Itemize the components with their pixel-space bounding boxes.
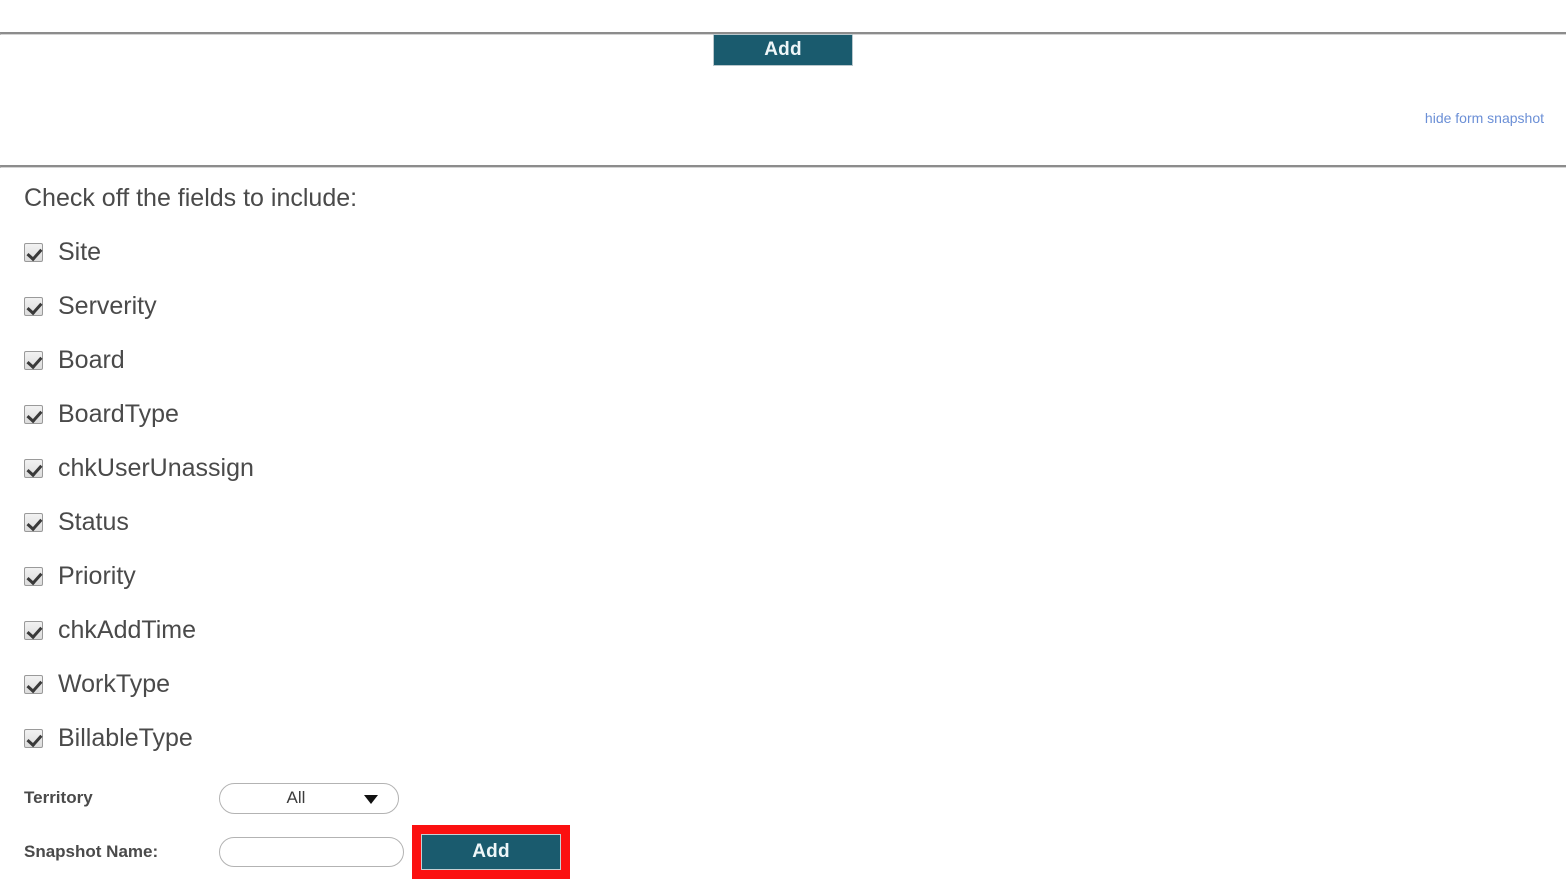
field-row-chkuserunassign[interactable]: chkUserUnassign <box>24 441 1024 495</box>
field-row-billabletype[interactable]: BillableType <box>24 711 1024 765</box>
snapshot-name-row: Snapshot Name: Add <box>24 825 1024 879</box>
field-row-site[interactable]: Site <box>24 225 1024 279</box>
field-label-worktype: WorkType <box>58 670 171 698</box>
field-label-serverity: Serverity <box>58 292 157 320</box>
chevron-down-icon <box>364 795 378 804</box>
field-row-serverity[interactable]: Serverity <box>24 279 1024 333</box>
checkbox-priority[interactable] <box>24 566 43 586</box>
add-button-top[interactable]: Add <box>713 34 853 66</box>
field-row-board[interactable]: Board <box>24 333 1024 387</box>
checkbox-chkaddtime[interactable] <box>24 620 43 640</box>
snapshot-name-input[interactable] <box>219 837 404 867</box>
checkbox-worktype[interactable] <box>24 674 43 694</box>
field-label-chkuserunassign: chkUserUnassign <box>58 454 254 482</box>
field-row-priority[interactable]: Priority <box>24 549 1024 603</box>
field-label-board: Board <box>58 346 125 374</box>
checkbox-board[interactable] <box>24 350 43 370</box>
divider-bottom <box>0 165 1566 168</box>
field-label-chkaddtime: chkAddTime <box>58 616 197 644</box>
territory-label: Territory <box>24 788 93 807</box>
snapshot-name-label: Snapshot Name: <box>24 842 159 861</box>
territory-select[interactable]: All <box>219 782 399 814</box>
checkbox-billabletype[interactable] <box>24 728 43 748</box>
territory-row: Territory All <box>24 775 1024 821</box>
add-button-highlight-box: Add <box>412 825 570 879</box>
hide-form-snapshot-link[interactable]: hide form snapshot <box>1425 110 1544 126</box>
field-label-site: Site <box>58 238 102 266</box>
field-label-status: Status <box>58 508 129 536</box>
checkbox-chkuserunassign[interactable] <box>24 458 43 478</box>
field-checkbox-list: Site Serverity Board BoardType chkUserUn… <box>24 225 1024 765</box>
territory-selected-value: All <box>286 788 306 807</box>
field-row-chkaddtime[interactable]: chkAddTime <box>24 603 1024 657</box>
form-snapshot-panel: Check off the fields to include: Site Se… <box>24 183 1024 879</box>
checkbox-boardtype[interactable] <box>24 404 43 424</box>
checkbox-site[interactable] <box>24 242 43 262</box>
field-label-billabletype: BillableType <box>58 724 193 752</box>
field-row-status[interactable]: Status <box>24 495 1024 549</box>
field-row-worktype[interactable]: WorkType <box>24 657 1024 711</box>
page-root: Add hide form snapshot Check off the fie… <box>0 0 1566 894</box>
field-label-boardtype: BoardType <box>58 400 179 428</box>
instruction-text: Check off the fields to include: <box>24 184 358 212</box>
checkbox-status[interactable] <box>24 512 43 532</box>
add-button-submit[interactable]: Add <box>421 834 561 870</box>
checkbox-serverity[interactable] <box>24 296 43 316</box>
field-row-boardtype[interactable]: BoardType <box>24 387 1024 441</box>
field-label-priority: Priority <box>58 562 136 590</box>
